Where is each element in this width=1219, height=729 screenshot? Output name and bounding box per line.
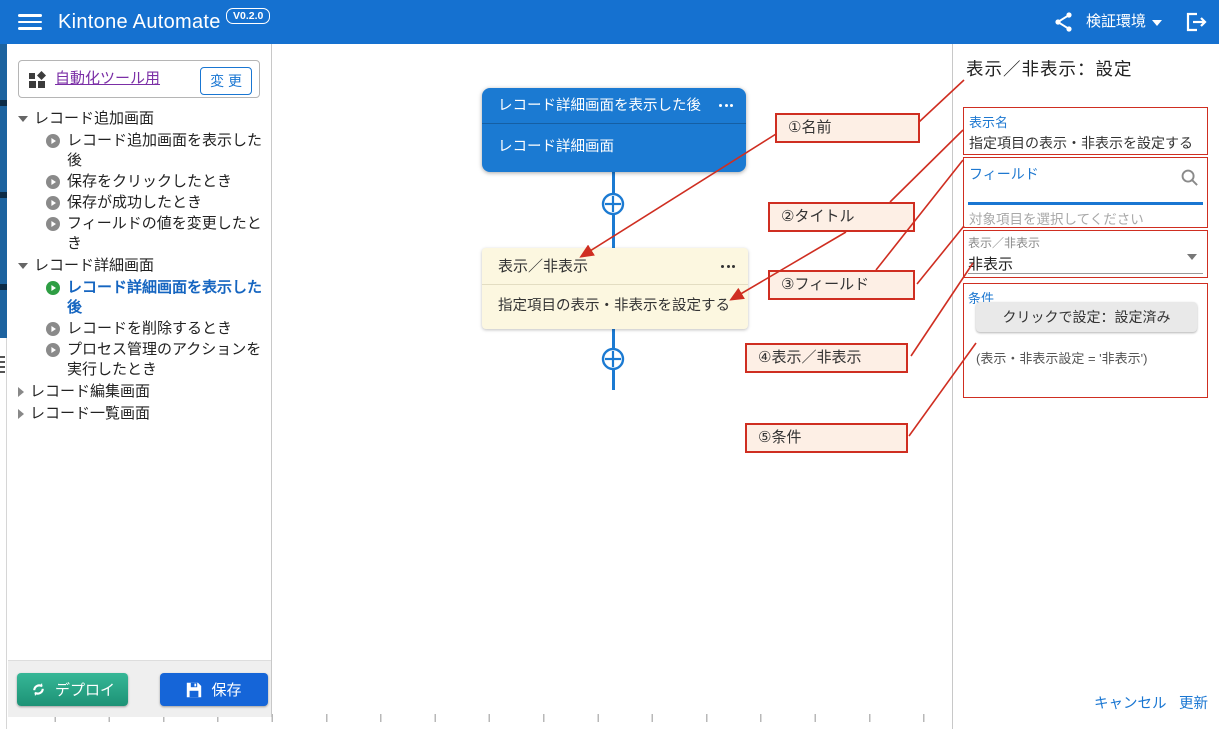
settings-panel: 表示／非表示：設定 表示名 指定項目の表示・非表示を設定する フィールド 対象項…: [952, 44, 1219, 729]
trigger-node[interactable]: レコード詳細画面を表示した後 レコード詳細画面: [482, 88, 746, 172]
dropdown-caret-icon[interactable]: [1187, 254, 1197, 260]
visibility-label: 表示／非表示: [964, 231, 1207, 251]
sidebar: 自動化ツール用 変 更 レコード追加画面 レコード追加画面を表示した後 保存をク…: [8, 44, 272, 717]
sidebar-tree: レコード追加画面 レコード追加画面を表示した後 保存をクリックしたとき 保存が成…: [12, 108, 268, 425]
field-select-group: フィールド 対象項目を選択してください: [963, 157, 1208, 228]
tree-item[interactable]: 保存をクリックしたとき: [12, 172, 268, 192]
tree-item-label: レコード追加画面を表示した後: [67, 131, 268, 171]
panel-title: 表示／非表示：設定: [966, 56, 1133, 81]
display-name-field-group: 表示名 指定項目の表示・非表示を設定する: [963, 107, 1208, 155]
condition-summary: (表示・非表示設定 = '非表示'): [976, 348, 1147, 367]
save-button[interactable]: 保存: [160, 673, 268, 706]
play-icon: [46, 322, 60, 336]
deploy-button-label: デプロイ: [55, 679, 115, 700]
add-node-button[interactable]: [601, 192, 625, 216]
tree-item[interactable]: 保存が成功したとき: [12, 193, 268, 213]
app-title: Kintone Automate: [58, 0, 221, 44]
action-node-title: 表示／非表示: [498, 258, 588, 275]
app-blocks-icon: [29, 71, 47, 94]
condition-set-button[interactable]: クリックで設定：設定済み: [976, 302, 1197, 332]
deploy-button[interactable]: デプロイ: [17, 673, 128, 706]
hamburger-menu-icon[interactable]: [18, 14, 42, 30]
annotation-box-5: ⑤条件: [745, 423, 908, 453]
play-icon: [46, 343, 60, 357]
change-app-button[interactable]: 変 更: [200, 67, 252, 95]
search-icon[interactable]: [1180, 168, 1199, 192]
condition-group: 条件 クリックで設定：設定済み (表示・非表示設定 = '非表示'): [963, 283, 1208, 398]
field-input-underline: [968, 202, 1203, 205]
tree-group-0[interactable]: レコード追加画面: [12, 108, 268, 130]
play-icon: [46, 217, 60, 231]
tree-item[interactable]: レコード詳細画面を表示した後: [12, 278, 268, 318]
visibility-value[interactable]: 非表示: [964, 251, 1207, 274]
tree-group-label: レコード一覧画面: [30, 404, 150, 424]
visibility-underline: [968, 273, 1203, 274]
tree-group-2[interactable]: レコード編集画面: [12, 381, 268, 403]
sync-icon: [30, 681, 47, 698]
tree-item-label: プロセス管理のアクションを実行したとき: [67, 340, 268, 380]
annotation-box-3: ③フィールド: [768, 270, 915, 300]
field-label: フィールド: [964, 158, 1207, 184]
tree-group-label: レコード編集画面: [30, 382, 150, 402]
app-header: Kintone Automate V0.2.0 検証環境: [0, 0, 1219, 44]
action-node[interactable]: 表示／非表示 指定項目の表示・非表示を設定する: [482, 248, 748, 329]
trigger-node-title: レコード詳細画面を表示した後: [498, 98, 701, 114]
display-name-label: 表示名: [964, 108, 1207, 131]
app-name-link[interactable]: 自動化ツール用: [55, 61, 160, 97]
tree-item-label: 保存が成功したとき: [67, 193, 202, 213]
tree-caret-icon: [18, 409, 24, 419]
share-icon[interactable]: [1052, 10, 1076, 34]
tree-item[interactable]: レコード追加画面を表示した後: [12, 131, 268, 171]
sidebar-footer: デプロイ 保存: [8, 660, 271, 717]
play-icon: [46, 134, 60, 148]
tree-caret-icon: [18, 263, 28, 269]
current-app-box: 自動化ツール用 変 更: [18, 60, 260, 98]
annotation-box-2: ②タイトル: [768, 202, 915, 232]
visibility-select-group[interactable]: 表示／非表示 非表示: [963, 230, 1208, 278]
version-badge: V0.2.0: [226, 8, 270, 24]
tree-group-1[interactable]: レコード詳細画面: [12, 255, 268, 277]
cancel-button[interactable]: キャンセル: [1094, 692, 1167, 713]
add-node-button[interactable]: [601, 347, 625, 371]
logout-icon[interactable]: [1184, 10, 1208, 34]
tree-group-label: レコード詳細画面: [34, 256, 154, 276]
tree-item[interactable]: フィールドの値を変更したとき: [12, 214, 268, 254]
annotation-box-4: ④表示／非表示: [745, 343, 908, 373]
node-menu-icon[interactable]: [719, 104, 733, 107]
play-icon: [46, 196, 60, 210]
environment-selector[interactable]: 検証環境: [1086, 0, 1146, 44]
node-menu-icon[interactable]: [721, 265, 735, 268]
update-button[interactable]: 更新: [1179, 692, 1208, 713]
play-icon: [46, 175, 60, 189]
tree-group-3[interactable]: レコード一覧画面: [12, 403, 268, 425]
play-icon: [46, 281, 60, 295]
display-name-value[interactable]: 指定項目の表示・非表示を設定する: [964, 131, 1207, 153]
action-node-subtitle: 指定項目の表示・非表示を設定する: [482, 285, 748, 328]
chevron-down-icon[interactable]: [1152, 20, 1162, 26]
annotation-box-1: ①名前: [775, 113, 920, 143]
tree-item[interactable]: プロセス管理のアクションを実行したとき: [12, 340, 268, 380]
left-edge-strip: [0, 44, 7, 729]
trigger-node-subtitle: レコード詳細画面: [482, 124, 746, 170]
tree-caret-icon: [18, 116, 28, 122]
tree-item[interactable]: レコードを削除するとき: [12, 319, 268, 339]
tree-item-label: 保存をクリックしたとき: [67, 172, 232, 192]
tree-item-label: レコードを削除するとき: [67, 319, 232, 339]
save-button-label: 保存: [211, 679, 241, 700]
tree-group-label: レコード追加画面: [34, 109, 154, 129]
tree-item-label: フィールドの値を変更したとき: [67, 214, 268, 254]
tree-caret-icon: [18, 387, 24, 397]
tree-item-label: レコード詳細画面を表示した後: [67, 278, 268, 318]
save-floppy-icon: [186, 682, 202, 698]
field-input-placeholder[interactable]: 対象項目を選択してください: [969, 208, 1144, 228]
